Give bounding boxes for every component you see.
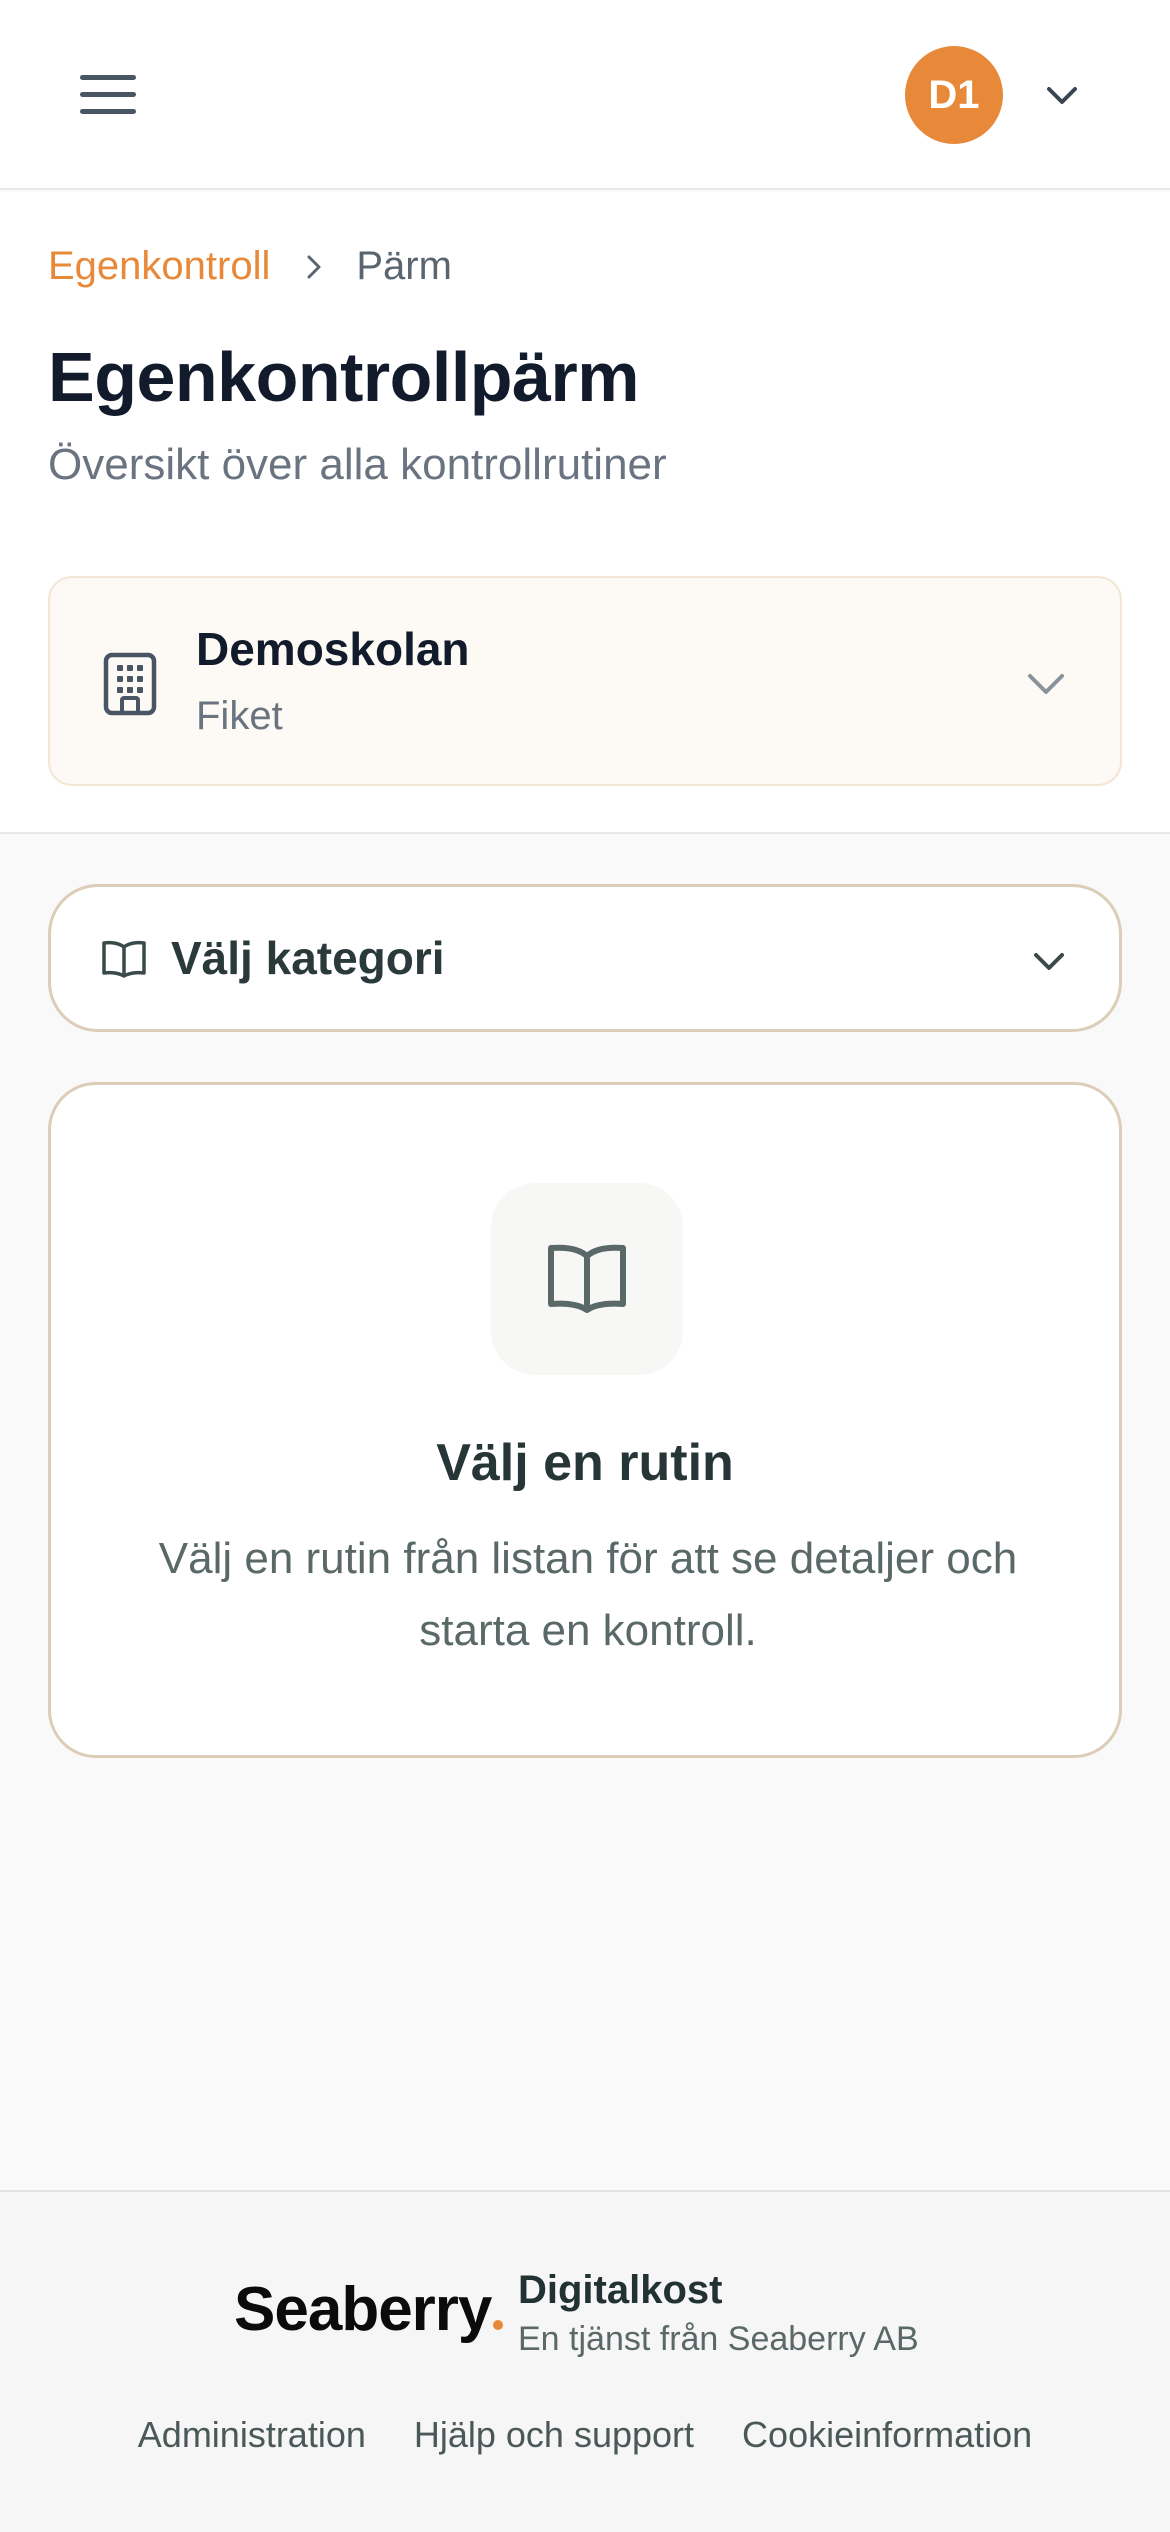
logo-text: Seaberry	[234, 2275, 492, 2344]
app-page: D1 Egenkontroll Pärm Egenkontrollpärm Öv…	[0, 0, 1170, 2532]
product-name: Digitalkost	[518, 2268, 723, 2312]
intro-section: Egenkontroll Pärm Egenkontrollpärm Övers…	[0, 192, 1170, 834]
empty-state-icon-box	[491, 1183, 683, 1375]
empty-state-text: Välj en rutin från listan för att se det…	[158, 1534, 1018, 1655]
page-subtitle: Översikt över alla kontrollrutiner	[48, 440, 667, 489]
user-menu-toggle[interactable]	[1040, 74, 1084, 118]
book-open-icon	[548, 1244, 626, 1313]
hamburger-menu-icon	[80, 75, 136, 114]
breadcrumb-current: Pärm	[356, 244, 452, 288]
menu-button[interactable]	[68, 60, 148, 130]
breadcrumb-link-egenkontroll[interactable]: Egenkontroll	[48, 244, 270, 289]
avatar-initials: D1	[928, 72, 980, 117]
book-icon	[102, 940, 146, 978]
breadcrumb: Egenkontroll Pärm	[48, 244, 452, 289]
footer: Seaberry Digitalkost En tjänst från Seab…	[0, 2190, 1170, 2532]
empty-state-card: Välj en rutin Välj en rutin från listan …	[48, 1082, 1122, 1758]
footer-links: Administration Hjälp och support Cookiei…	[0, 2414, 1170, 2456]
footer-link-cookie-info[interactable]: Cookieinformation	[742, 2414, 1032, 2456]
empty-state-title: Välj en rutin	[436, 1434, 734, 1492]
chevron-right-icon	[307, 255, 321, 278]
footer-link-help-support[interactable]: Hjälp och support	[414, 2414, 694, 2456]
logo-dot	[493, 2320, 504, 2330]
site-selector[interactable]: Demoskolan Fiket	[48, 576, 1122, 786]
chevron-down-icon	[1047, 87, 1077, 104]
building-icon	[103, 652, 157, 716]
chevron-down-icon	[1028, 674, 1064, 694]
product-tagline: En tjänst från Seaberry AB	[518, 2320, 919, 2358]
seaberry-logo: Seaberry	[234, 2274, 504, 2345]
chevron-down-icon	[1034, 953, 1064, 970]
page-title: Egenkontrollpärm	[48, 338, 639, 416]
user-avatar[interactable]: D1	[905, 46, 1003, 144]
site-name: Demoskolan	[196, 623, 470, 675]
category-select[interactable]: Välj kategori	[48, 884, 1122, 1032]
breadcrumb-separator	[306, 254, 322, 280]
top-bar: D1	[0, 0, 1170, 190]
site-unit: Fiket	[196, 694, 283, 738]
category-select-label: Välj kategori	[171, 932, 445, 984]
footer-link-administration[interactable]: Administration	[138, 2414, 366, 2456]
